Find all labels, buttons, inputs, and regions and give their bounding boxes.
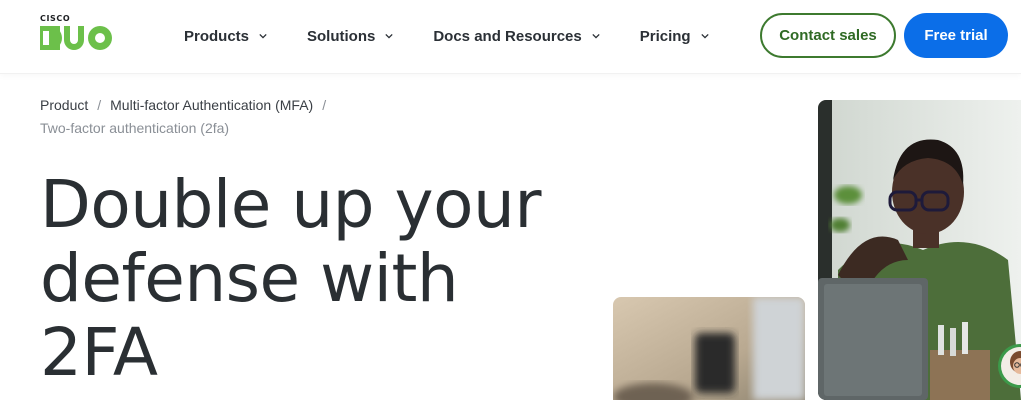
nav-docs-label: Docs and Resources <box>433 27 582 45</box>
chevron-down-icon <box>700 33 709 39</box>
free-trial-button[interactable]: Free trial <box>904 13 1008 58</box>
nav-solutions[interactable]: Solutions <box>307 28 393 45</box>
chevron-down-icon <box>385 33 393 39</box>
contact-sales-button[interactable]: Contact sales <box>760 13 896 58</box>
title-line-1: Double up your <box>40 166 541 243</box>
nav-docs-resources[interactable]: Docs and Resources <box>433 27 600 45</box>
cisco-wordmark: CISCO <box>40 14 71 23</box>
breadcrumb-mfa[interactable]: Multi-factor Authentication (MFA) <box>110 97 313 113</box>
hero-photo-main <box>818 100 1021 400</box>
breadcrumb-current: Two-factor authentication (2fa) <box>40 120 230 136</box>
title-line-2: defense with <box>40 240 459 317</box>
breadcrumb-separator: / <box>322 97 327 113</box>
chevron-down-icon <box>259 33 267 39</box>
chevron-down-icon <box>592 33 600 39</box>
breadcrumb-product[interactable]: Product <box>40 97 88 113</box>
site-header: CISCO Products Solutions Docs and Resour… <box>0 0 1021 74</box>
nav-solutions-label: Solutions <box>307 27 376 45</box>
page-title: Double up your defense with 2FA <box>40 168 560 390</box>
nav-pricing-label: Pricing <box>639 27 691 45</box>
nav-pricing[interactable]: Pricing <box>640 28 709 45</box>
title-line-3: 2FA <box>40 314 158 391</box>
nav-products-label: Products <box>184 27 250 45</box>
hero-photo-secondary <box>613 297 805 400</box>
photo-main-image <box>818 100 1021 400</box>
photo-secondary-image <box>613 297 805 400</box>
breadcrumb-separator: / <box>97 97 102 113</box>
duo-logo-icon <box>40 26 112 50</box>
breadcrumb: Product / Multi-factor Authentication (MFA… <box>40 94 460 140</box>
support-avatar-icon[interactable] <box>996 340 1021 390</box>
cisco-duo-logo[interactable]: CISCO <box>40 14 112 52</box>
main-nav: Products Solutions Docs and Resources Pr… <box>184 0 749 72</box>
nav-products[interactable]: Products <box>184 28 267 45</box>
